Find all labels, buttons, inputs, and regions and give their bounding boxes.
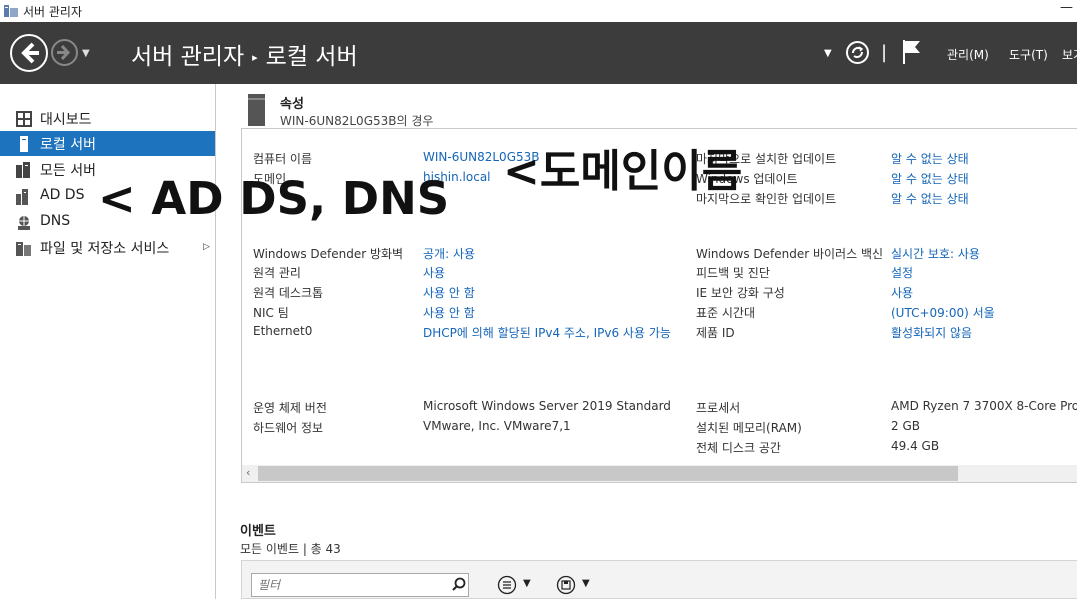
arrow-left-icon xyxy=(21,42,39,64)
prop-label-memory: 설치된 메모리(RAM) xyxy=(696,421,802,435)
annotation-ad-dns: < AD DS, DNS xyxy=(98,172,450,225)
scrollbar-thumb[interactable] xyxy=(258,466,958,481)
prop-label-ie-esc: IE 보안 강화 구성 xyxy=(696,286,785,300)
server-manager-app-icon xyxy=(4,5,18,17)
sidebar-item-label: 대시보드 xyxy=(40,112,92,128)
server-icon xyxy=(20,136,28,152)
storage-icon xyxy=(16,242,31,256)
prop-value-feedback[interactable]: 설정 xyxy=(891,264,913,281)
submenu-arrow-icon[interactable]: ▷ xyxy=(203,242,210,252)
events-title: 이벤트 xyxy=(240,524,276,539)
prop-value-remote-desktop[interactable]: 사용 안 함 xyxy=(423,284,475,301)
prop-label-feedback: 피드백 및 진단 xyxy=(696,266,770,280)
forward-button[interactable] xyxy=(51,39,78,66)
dashboard-icon xyxy=(16,111,32,127)
menu-manage[interactable]: 관리(M) xyxy=(947,46,989,63)
properties-title: 속성 xyxy=(280,97,304,112)
chevron-right-icon: ▸ xyxy=(252,51,258,64)
main-toolbar: ▼ 서버 관리자 ▸ 로컬 서버 ▼ | 관리(M) 도구(T) 보기 xyxy=(0,22,1077,84)
search-icon[interactable] xyxy=(452,577,466,591)
dropdown-arrow-icon[interactable]: ▼ xyxy=(824,48,832,59)
notifications-flag-icon[interactable] xyxy=(901,38,923,66)
prop-value-firewall[interactable]: 공개: 사용 xyxy=(423,245,475,262)
prop-label-computer-name: 컴퓨터 이름 xyxy=(253,152,313,166)
sidebar-item-file-storage[interactable]: 파일 및 저장소 서비스 ▷ xyxy=(0,235,215,260)
prop-label-processor: 프로세서 xyxy=(696,401,741,415)
sidebar-item-local-server[interactable]: 로컬 서버 xyxy=(0,131,215,156)
sidebar: 대시보드 로컬 서버 모든 서버 AD DS DNS 파일 및 저장소 서비스 … xyxy=(0,84,216,599)
prop-value-ethernet0[interactable]: DHCP에 의해 할당된 IPv4 주소, IPv6 사용 가능 xyxy=(423,324,671,341)
prop-value-processor: AMD Ryzen 7 3700X 8-Core Processor xyxy=(891,399,1077,413)
prop-label-firewall: Windows Defender 방화벽 xyxy=(253,247,404,261)
minimize-button[interactable]: — xyxy=(1060,0,1073,15)
save-query-icon[interactable] xyxy=(556,575,576,595)
scroll-left-icon[interactable]: ‹ xyxy=(246,466,250,479)
list-options-dropdown-icon[interactable]: ▼ xyxy=(523,578,531,589)
prop-value-windows-update[interactable]: 알 수 없는 상태 xyxy=(891,170,969,187)
annotation-domain-name: <도메인이름 xyxy=(503,146,743,197)
breadcrumb: 서버 관리자 ▸ 로컬 서버 xyxy=(131,37,358,71)
history-dropdown-icon[interactable]: ▼ xyxy=(82,48,90,59)
refresh-icon[interactable] xyxy=(845,40,870,65)
prop-value-nic-teaming[interactable]: 사용 안 함 xyxy=(423,304,475,321)
properties-subtitle: WIN-6UN82L0G53B의 경우 xyxy=(280,114,434,128)
prop-value-product-id[interactable]: 활성화되지 않음 xyxy=(891,324,972,341)
prop-value-last-installed-update[interactable]: 알 수 없는 상태 xyxy=(891,150,969,167)
breadcrumb-current: 로컬 서버 xyxy=(265,44,358,70)
prop-label-os-version: 운영 체제 버전 xyxy=(253,401,327,415)
menu-view[interactable]: 보기 xyxy=(1062,46,1077,63)
sidebar-item-label: DNS xyxy=(40,213,71,229)
sidebar-item-dashboard[interactable]: 대시보드 xyxy=(0,106,215,131)
prop-value-timezone[interactable]: (UTC+09:00) 서울 xyxy=(891,304,995,321)
prop-value-disk: 49.4 GB xyxy=(891,439,940,453)
list-options-icon[interactable] xyxy=(497,575,517,595)
ad-ds-icon xyxy=(16,189,28,205)
events-subtitle: 모든 이벤트 | 총 43 xyxy=(240,542,341,556)
prop-label-remote-desktop: 원격 데스크톱 xyxy=(253,286,324,300)
prop-label-timezone: 표준 시간대 xyxy=(696,306,756,320)
save-query-dropdown-icon[interactable]: ▼ xyxy=(582,578,590,589)
prop-value-hardware: VMware, Inc. VMware7,1 xyxy=(423,419,571,433)
back-button[interactable] xyxy=(10,34,48,72)
servers-icon xyxy=(16,162,30,178)
sidebar-item-label: 파일 및 저장소 서비스 xyxy=(40,241,170,257)
prop-value-memory: 2 GB xyxy=(891,419,920,433)
prop-value-ie-esc[interactable]: 사용 xyxy=(891,284,913,301)
window-titlebar: 서버 관리자 — xyxy=(0,0,1077,22)
sidebar-item-label: AD DS xyxy=(40,187,85,203)
breadcrumb-root[interactable]: 서버 관리자 xyxy=(131,44,244,70)
dns-icon xyxy=(18,216,30,230)
arrow-right-icon xyxy=(57,44,71,61)
prop-label-product-id: 제품 ID xyxy=(696,326,735,340)
window-title: 서버 관리자 xyxy=(23,5,83,19)
sidebar-item-label: 모든 서버 xyxy=(40,163,96,179)
prop-value-last-checked-update[interactable]: 알 수 없는 상태 xyxy=(891,190,969,207)
sidebar-item-label: 로컬 서버 xyxy=(40,137,96,153)
toolbar-divider: | xyxy=(881,42,888,63)
prop-label-disk: 전체 디스크 공간 xyxy=(696,441,781,455)
properties-server-icon xyxy=(248,94,265,126)
prop-label-nic-teaming: NIC 팀 xyxy=(253,306,289,320)
prop-label-antivirus: Windows Defender 바이러스 백신 xyxy=(696,247,884,261)
prop-value-remote-management[interactable]: 사용 xyxy=(423,264,445,281)
prop-label-ethernet0: Ethernet0 xyxy=(253,324,313,338)
prop-label-hardware: 하드웨어 정보 xyxy=(253,421,324,435)
horizontal-scrollbar[interactable]: ‹ xyxy=(242,465,1077,482)
prop-value-antivirus[interactable]: 실시간 보호: 사용 xyxy=(891,245,980,262)
prop-value-os-version: Microsoft Windows Server 2019 Standard xyxy=(423,399,671,413)
prop-label-remote-management: 원격 관리 xyxy=(253,266,301,280)
filter-input[interactable] xyxy=(251,573,469,597)
menu-tools[interactable]: 도구(T) xyxy=(1009,46,1048,63)
